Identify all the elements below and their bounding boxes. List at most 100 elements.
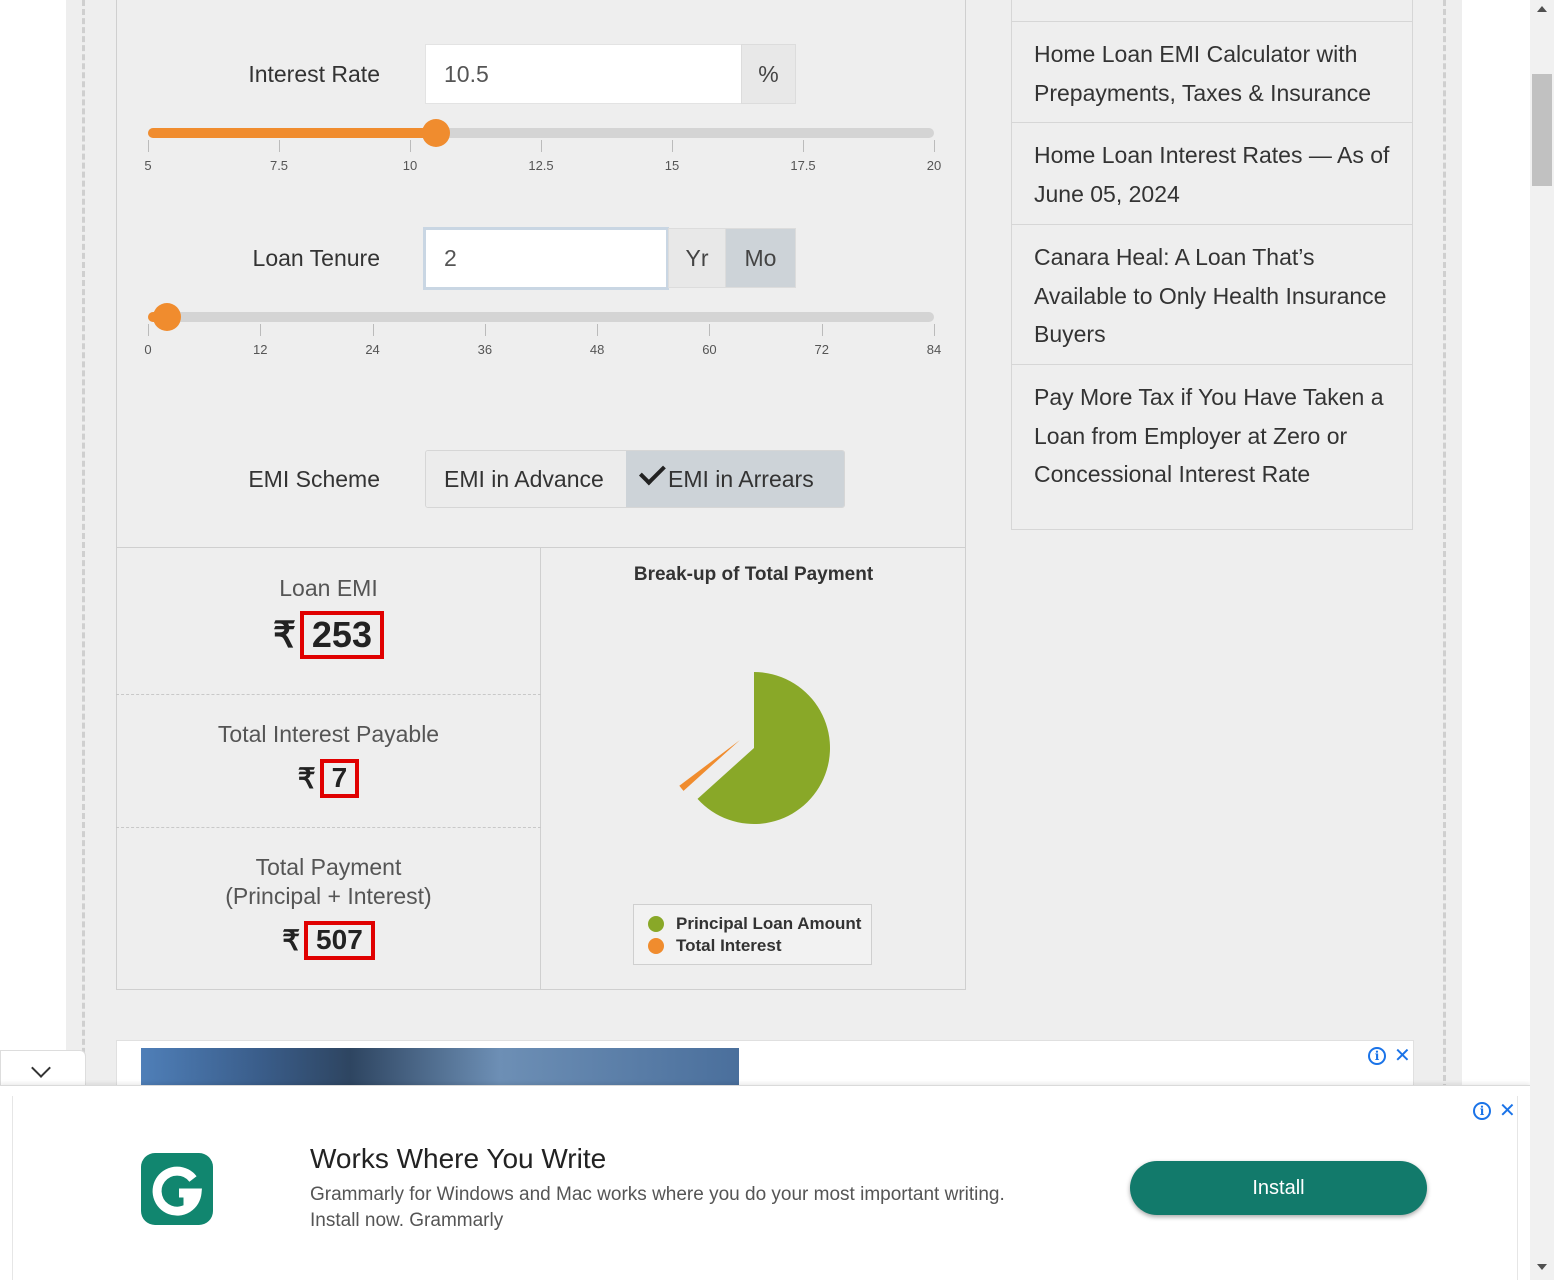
loan-emi-value: 253 xyxy=(299,611,384,659)
ad-info-icon[interactable]: i xyxy=(1368,1046,1386,1065)
emi-in-arrears-button[interactable]: EMI in Arrears xyxy=(626,451,844,507)
ad-description: Grammarly for Windows and Mac works wher… xyxy=(310,1184,1005,1231)
interest-rate-tick xyxy=(541,140,542,152)
interest-rate-input[interactable]: 10.5 xyxy=(425,44,742,104)
chart-legend: Principal Loan Amount Total Interest xyxy=(633,904,872,965)
collapse-ad-button[interactable] xyxy=(0,1050,86,1090)
loan-emi-label: Loan EMI xyxy=(279,575,378,601)
interest-rate-label: Interest Rate xyxy=(248,61,380,87)
legend-swatch-principal xyxy=(648,916,664,932)
loan-tenure-tick-label: 48 xyxy=(589,342,605,357)
rupee-icon: ₹ xyxy=(297,762,316,794)
legend-swatch-interest xyxy=(648,938,664,954)
content-border-right xyxy=(1443,0,1446,1090)
interest-rate-tick xyxy=(410,140,411,152)
interest-rate-tick xyxy=(279,140,280,152)
emi-scheme-toggle: EMI in Advance EMI in Arrears xyxy=(425,450,845,508)
chart-title: Break-up of Total Payment xyxy=(633,564,874,585)
inline-ad-banner[interactable] xyxy=(116,1040,1414,1090)
scroll-up-arrow-icon[interactable] xyxy=(1537,6,1547,12)
results-divider xyxy=(116,827,541,828)
loan-tenure-tick-label: 36 xyxy=(477,342,493,357)
sidebar-item-home-loan-interest-rates[interactable]: Home Loan Interest Rates — As of June 05… xyxy=(1012,122,1412,225)
interest-rate-tick-label: 17.5 xyxy=(790,158,816,173)
inline-ad-controls: i ✕ xyxy=(1368,1043,1411,1068)
grammarly-logo-icon[interactable] xyxy=(141,1153,213,1225)
legend-label-principal: Principal Loan Amount xyxy=(676,914,862,933)
interest-rate-slider-fill xyxy=(148,128,437,138)
loan-tenure-tick-label: 24 xyxy=(365,342,380,357)
interest-rate-tick-label: 12.5 xyxy=(528,158,554,173)
interest-rate-tick-label: 7.5 xyxy=(269,158,289,173)
ad-headline[interactable]: Works Where You Write xyxy=(310,1143,606,1175)
percent-addon: % xyxy=(741,44,796,104)
loan-tenure-tick xyxy=(821,324,823,336)
payment-breakup-pie-chart xyxy=(679,672,830,824)
tenure-year-button[interactable]: Yr xyxy=(668,228,726,288)
interest-rate-tick xyxy=(934,140,935,152)
loan-tenure-tick-label: 0 xyxy=(144,342,152,357)
total-interest-value: 7 xyxy=(319,759,360,798)
scroll-down-arrow-icon[interactable] xyxy=(1537,1264,1547,1270)
sidebar-item-home-loan-emi-calculator[interactable]: Home Loan EMI Calculator with Prepayment… xyxy=(1012,21,1412,123)
emi-in-advance-label: EMI in Advance xyxy=(444,465,604,492)
interest-rate-tick xyxy=(148,140,149,152)
sidebar-item-canara-heal[interactable]: Canara Heal: A Loan That’s Available to … xyxy=(1012,224,1412,365)
checkmark-icon xyxy=(638,458,666,486)
interest-rate-tick-label: 15 xyxy=(664,158,680,173)
interest-rate-tick-label: 20 xyxy=(926,158,942,173)
loan-tenure-tick-label: 84 xyxy=(926,342,942,357)
loan-tenure-tick xyxy=(148,324,149,336)
pie-slice-principal xyxy=(697,672,830,824)
related-articles-sidebar: Home Loan EMI Calculator with Prepayment… xyxy=(1011,0,1413,530)
emi-in-arrears-label: EMI in Arrears xyxy=(668,465,814,492)
loan-tenure-tick-label: 12 xyxy=(253,342,268,357)
ad-close-icon[interactable]: ✕ xyxy=(1499,1098,1516,1123)
tenure-month-button[interactable]: Mo xyxy=(725,228,796,288)
loan-tenure-label: Loan Tenure xyxy=(252,245,380,271)
loan-tenure-slider-handle[interactable] xyxy=(152,303,181,331)
sidebar-item-employer-loan-tax[interactable]: Pay More Tax if You Have Taken a Loan fr… xyxy=(1012,364,1412,514)
total-interest-label: Total Interest Payable xyxy=(217,721,440,747)
loan-tenure-tick-label: 72 xyxy=(814,342,829,357)
rupee-icon: ₹ xyxy=(273,613,296,655)
emi-in-advance-button[interactable]: EMI in Advance xyxy=(426,451,626,507)
legend-item-interest: Total Interest xyxy=(648,935,871,957)
loan-emi-block: Loan EMI ₹ 253 xyxy=(116,574,541,659)
total-payment-block: Total Payment (Principal + Interest) ₹ 5… xyxy=(116,853,541,960)
total-interest-amount: ₹ 7 xyxy=(297,759,360,798)
bottom-ad-controls: i ✕ xyxy=(1473,1098,1516,1123)
install-button[interactable]: Install xyxy=(1130,1161,1427,1215)
ad-image xyxy=(141,1048,739,1089)
ad-close-icon[interactable]: ✕ xyxy=(1394,1043,1411,1068)
loan-tenure-tick xyxy=(709,324,711,336)
loan-tenure-tick xyxy=(260,324,262,336)
page-scrollbar[interactable] xyxy=(1530,0,1554,1280)
legend-label-interest: Total Interest xyxy=(676,936,782,955)
rupee-icon: ₹ xyxy=(282,924,301,956)
results-divider xyxy=(116,694,541,695)
interest-rate-slider[interactable] xyxy=(148,119,934,147)
loan-tenure-tick xyxy=(597,324,599,336)
loan-tenure-tick xyxy=(484,324,486,336)
legend-item-principal: Principal Loan Amount xyxy=(648,913,871,935)
content-border-left xyxy=(82,0,85,1090)
total-payment-label: Total Payment xyxy=(255,854,402,880)
total-payment-sublabel: (Principal + Interest) xyxy=(225,883,432,909)
interest-rate-tick-label: 10 xyxy=(402,158,418,173)
interest-rate-tick xyxy=(803,140,804,152)
chevron-down-icon xyxy=(31,1058,51,1078)
emi-scheme-label: EMI Scheme xyxy=(248,466,380,492)
ad-info-icon[interactable]: i xyxy=(1473,1101,1491,1120)
interest-rate-tick xyxy=(672,140,673,152)
loan-tenure-tick-label: 60 xyxy=(702,342,717,357)
total-payment-value: 507 xyxy=(304,921,375,960)
scrollbar-thumb[interactable] xyxy=(1532,74,1552,186)
interest-rate-slider-handle[interactable] xyxy=(422,119,451,147)
loan-tenure-tick xyxy=(934,324,935,336)
interest-rate-tick-label: 5 xyxy=(144,158,152,173)
loan-tenure-tick xyxy=(372,324,374,336)
loan-tenure-slider[interactable] xyxy=(148,303,934,331)
total-payment-amount: ₹ 507 xyxy=(282,921,375,960)
loan-tenure-input[interactable]: 2 xyxy=(423,227,669,290)
